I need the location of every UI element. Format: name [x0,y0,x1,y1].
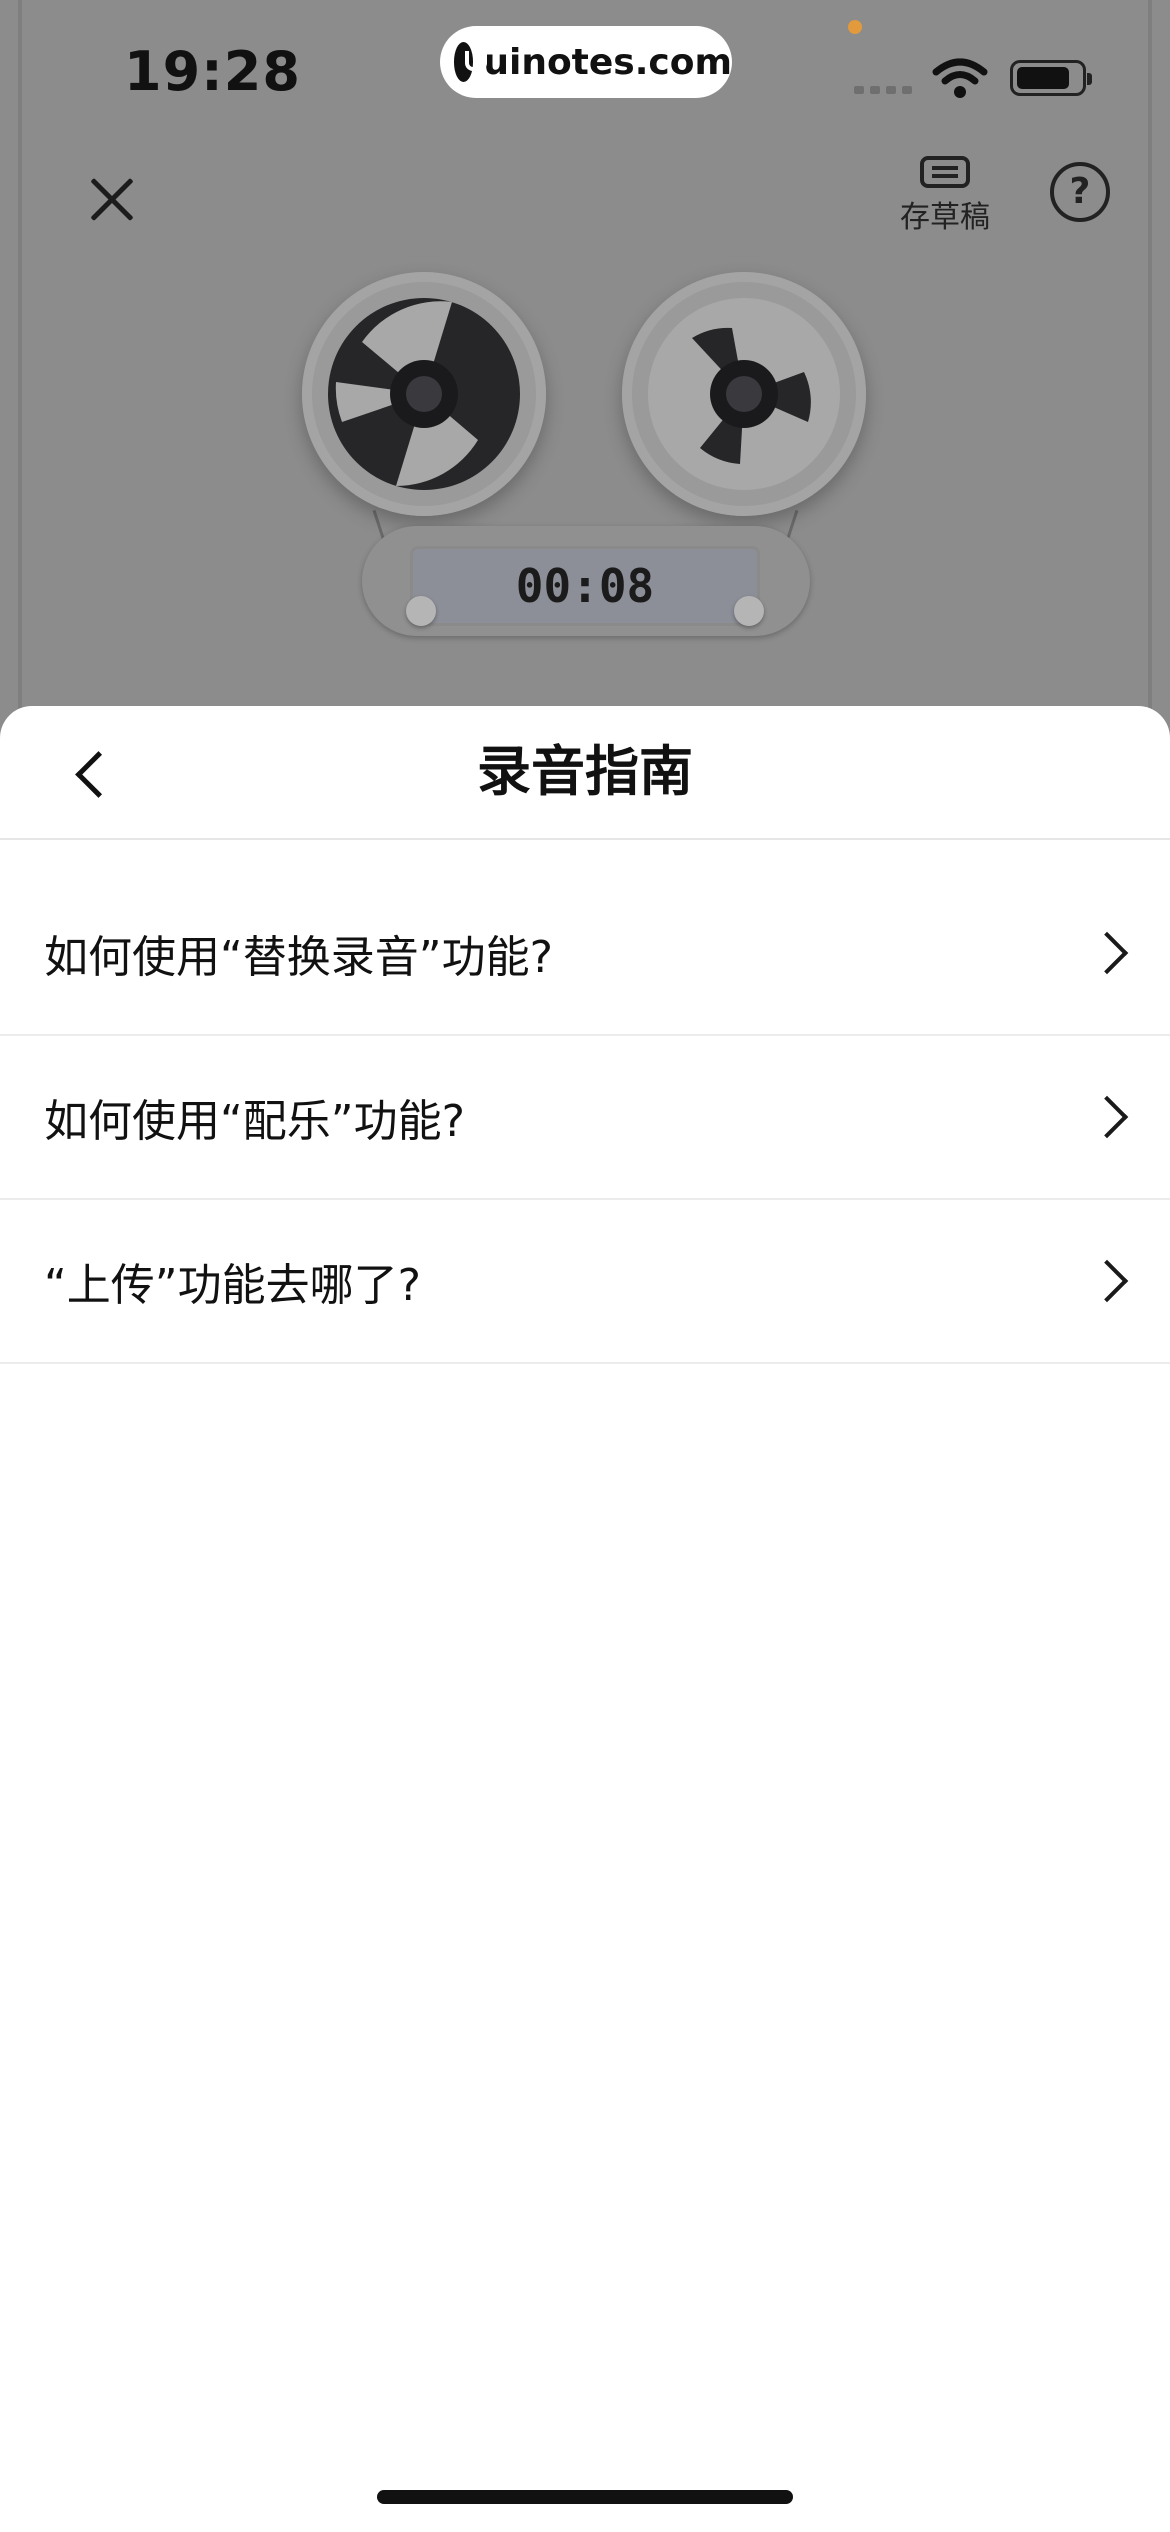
chevron-right-icon [1085,1259,1129,1303]
draft-icon [920,156,970,188]
cellular-signal-icon [854,86,912,94]
watermark-logo-icon [454,42,488,82]
timer-display: 00:08 [410,546,760,626]
page-edge-right [1148,0,1152,760]
tape-guide-right [734,596,764,626]
faq-item-replace-recording[interactable]: 如何使用“替换录音”功能? [0,872,1170,1036]
recorder-screen-dimmed: 19:28 uinotes.com 存草稿 ? 00:08 [0,0,1170,760]
faq-item-background-music[interactable]: 如何使用“配乐”功能? [0,1036,1170,1200]
save-draft-button[interactable]: 存草稿 [898,156,992,236]
recording-indicator-dot [848,20,862,34]
tape-reel-left [302,272,546,516]
sheet-header: 录音指南 [0,706,1170,840]
chevron-right-icon [1085,931,1129,975]
watermark-text: uinotes.com [483,41,732,83]
close-icon[interactable] [88,176,136,224]
chevron-right-icon [1085,1095,1129,1139]
help-icon[interactable]: ? [1050,162,1110,222]
back-arrow-icon[interactable] [66,746,116,802]
faq-list: 如何使用“替换录音”功能? 如何使用“配乐”功能? “上传”功能去哪了? [0,872,1170,1364]
page-edge-left [18,0,22,760]
battery-icon [1010,60,1092,96]
watermark-pill: uinotes.com [440,26,732,98]
tape-guide-left [406,596,436,626]
wifi-icon [932,58,988,98]
faq-item-upload-missing[interactable]: “上传”功能去哪了? [0,1200,1170,1364]
sheet-title: 录音指南 [477,740,693,803]
status-time: 19:28 [124,40,301,103]
faq-item-label: 如何使用“替换录音”功能? [44,932,553,983]
recording-timer: 00:08 [515,559,655,613]
save-draft-label: 存草稿 [900,200,990,235]
home-indicator [377,2490,793,2504]
faq-item-label: “上传”功能去哪了? [44,1260,421,1311]
recording-guide-sheet: 录音指南 如何使用“替换录音”功能? 如何使用“配乐”功能? “上传”功能去哪了… [0,706,1170,2532]
tape-reel-right [622,272,866,516]
faq-item-label: 如何使用“配乐”功能? [44,1096,465,1147]
